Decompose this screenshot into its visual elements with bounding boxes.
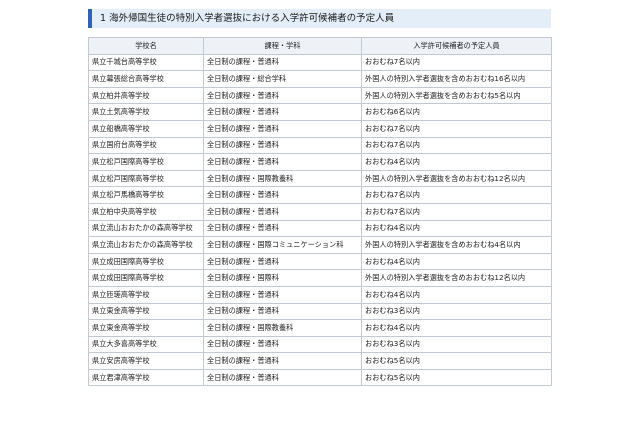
table-row: 県立国府台高等学校 全日制の課程・普通科 おおむね7名以内 xyxy=(88,136,552,155)
table-row: 県立土気高等学校 全日制の課程・普通科 おおむね6名以内 xyxy=(88,103,552,121)
course-cell: 全日制の課程・普通科 xyxy=(203,119,362,138)
course-cell: 全日制の課程・普通科 xyxy=(203,103,362,121)
course-cell: 全日制の課程・普通科 xyxy=(203,252,362,271)
course-cell: 全日制の課程・普通科 xyxy=(203,368,362,387)
quota-cell: おおむね3名以内 xyxy=(361,302,552,321)
quota-cell: おおむね7名以内 xyxy=(361,53,552,72)
quota-cell: おおむね5名以内 xyxy=(361,368,552,387)
table-body: 県立千城台高等学校 全日制の課程・普通科 おおむね7名以内 県立幕張総合高等学校 全日制… xyxy=(88,53,552,387)
quota-cell: おおむね4名以内 xyxy=(361,319,552,337)
course-cell: 全日制の課程・普通科 xyxy=(203,352,362,370)
school-name-cell: 県立成田国際高等学校 xyxy=(88,269,204,287)
school-name-cell: 県立松戸国際高等学校 xyxy=(88,169,204,188)
school-name-cell: 県立国府台高等学校 xyxy=(88,136,204,155)
table-row: 県立大多喜高等学校 全日制の課程・普通科 おおむね3名以内 xyxy=(88,335,552,354)
quota-cell: おおむね6名以内 xyxy=(361,103,552,121)
school-name-cell: 県立君津高等学校 xyxy=(88,368,204,387)
school-name-cell: 県立成田国際高等学校 xyxy=(88,252,204,271)
table-row: 県立松戸国際高等学校 全日制の課程・普通科 おおむね4名以内 xyxy=(88,153,552,171)
quota-cell: おおむね7名以内 xyxy=(361,119,552,138)
school-name-cell: 県立幕張総合高等学校 xyxy=(88,70,204,88)
school-name-cell: 県立柏中央高等学校 xyxy=(88,202,204,221)
table-row: 県立幕張総合高等学校 全日制の課程・総合学科 外国人の特別入学者選抜を含めおおむね1… xyxy=(88,70,552,88)
school-name-cell: 県立東金高等学校 xyxy=(88,319,204,337)
table-row: 県立東金高等学校 全日制の課程・普通科 おおむね3名以内 xyxy=(88,302,552,321)
quota-cell: おおむね7名以内 xyxy=(361,136,552,155)
course-cell: 全日制の課程・国際教養科 xyxy=(203,319,362,337)
quota-cell: 外国人の特別入学者選抜を含めおおむね16名以内 xyxy=(361,70,552,88)
table-row: 県立安房高等学校 全日制の課程・普通科 おおむね5名以内 xyxy=(88,352,552,370)
table-row: 県立流山おおたかの森高等学校 全日制の課程・普通科 おおむね4名以内 xyxy=(88,219,552,238)
table-header-row: 学校名 課程・学科 入学許可候補者の予定人員 xyxy=(88,37,552,55)
table-row: 県立船橋高等学校 全日制の課程・普通科 おおむね7名以内 xyxy=(88,119,552,138)
school-name-cell: 県立匝瑳高等学校 xyxy=(88,285,204,304)
table-row: 県立成田国際高等学校 全日制の課程・普通科 おおむね4名以内 xyxy=(88,252,552,271)
school-name-cell: 県立松戸馬橋高等学校 xyxy=(88,186,204,204)
school-name-cell: 県立安房高等学校 xyxy=(88,352,204,370)
quota-cell: 外国人の特別入学者選抜を含めおおむね5名以内 xyxy=(361,86,552,105)
course-cell: 全日制の課程・普通科 xyxy=(203,285,362,304)
course-cell: 全日制の課程・総合学科 xyxy=(203,70,362,88)
course-cell: 全日制の課程・普通科 xyxy=(203,53,362,72)
quota-cell: おおむね7名以内 xyxy=(361,202,552,221)
course-cell: 全日制の課程・国際教養科 xyxy=(203,169,362,188)
school-name-cell: 県立大多喜高等学校 xyxy=(88,335,204,354)
quota-cell: 外国人の特別入学者選抜を含めおおむね12名以内 xyxy=(361,269,552,287)
course-cell: 全日制の課程・普通科 xyxy=(203,86,362,105)
section-heading: 1 海外帰国生徒の特別入学者選抜における入学許可候補者の予定人員 xyxy=(88,9,551,28)
table-row: 県立松戸馬橋高等学校 全日制の課程・普通科 おおむね7名以内 xyxy=(88,186,552,204)
column-header-course: 課程・学科 xyxy=(203,37,362,55)
table-row: 県立千城台高等学校 全日制の課程・普通科 おおむね7名以内 xyxy=(88,53,552,72)
quota-cell: 外国人の特別入学者選抜を含めおおむね12名以内 xyxy=(361,169,552,188)
quota-cell: おおむね5名以内 xyxy=(361,352,552,370)
candidates-table: 学校名 課程・学科 入学許可候補者の予定人員 県立千城台高等学校 全日制の課程・普… xyxy=(88,37,552,387)
table-row: 県立君津高等学校 全日制の課程・普通科 おおむね5名以内 xyxy=(88,368,552,387)
quota-cell: おおむね4名以内 xyxy=(361,153,552,171)
school-name-cell: 県立船橋高等学校 xyxy=(88,119,204,138)
table-row: 県立匝瑳高等学校 全日制の課程・普通科 おおむね4名以内 xyxy=(88,285,552,304)
table-row: 県立流山おおたかの森高等学校 全日制の課程・国際コミュニケーション科 外国人の特別入… xyxy=(88,236,552,254)
school-name-cell: 県立千城台高等学校 xyxy=(88,53,204,72)
column-header-quota: 入学許可候補者の予定人員 xyxy=(361,37,552,55)
quota-cell: 外国人の特別入学者選抜を含めおおむね4名以内 xyxy=(361,236,552,254)
table-row: 県立松戸国際高等学校 全日制の課程・国際教養科 外国人の特別入学者選抜を含めおおむね… xyxy=(88,169,552,188)
table-row: 県立東金高等学校 全日制の課程・国際教養科 おおむね4名以内 xyxy=(88,319,552,337)
course-cell: 全日制の課程・普通科 xyxy=(203,186,362,204)
school-name-cell: 県立松戸国際高等学校 xyxy=(88,153,204,171)
school-name-cell: 県立柏井高等学校 xyxy=(88,86,204,105)
course-cell: 全日制の課程・国際科 xyxy=(203,269,362,287)
school-name-cell: 県立土気高等学校 xyxy=(88,103,204,121)
quota-cell: おおむね7名以内 xyxy=(361,186,552,204)
quota-cell: おおむね4名以内 xyxy=(361,285,552,304)
table-row: 県立成田国際高等学校 全日制の課程・国際科 外国人の特別入学者選抜を含めおおむね12… xyxy=(88,269,552,287)
school-name-cell: 県立東金高等学校 xyxy=(88,302,204,321)
quota-cell: おおむね4名以内 xyxy=(361,252,552,271)
school-name-cell: 県立流山おおたかの森高等学校 xyxy=(88,236,204,254)
quota-cell: おおむね4名以内 xyxy=(361,219,552,238)
course-cell: 全日制の課程・普通科 xyxy=(203,153,362,171)
table-row: 県立柏井高等学校 全日制の課程・普通科 外国人の特別入学者選抜を含めおおむね5名以内 xyxy=(88,86,552,105)
course-cell: 全日制の課程・普通科 xyxy=(203,136,362,155)
course-cell: 全日制の課程・普通科 xyxy=(203,202,362,221)
course-cell: 全日制の課程・国際コミュニケーション科 xyxy=(203,236,362,254)
course-cell: 全日制の課程・普通科 xyxy=(203,335,362,354)
course-cell: 全日制の課程・普通科 xyxy=(203,219,362,238)
quota-cell: おおむね3名以内 xyxy=(361,335,552,354)
table-row: 県立柏中央高等学校 全日制の課程・普通科 おおむね7名以内 xyxy=(88,202,552,221)
column-header-school: 学校名 xyxy=(88,37,204,55)
course-cell: 全日制の課程・普通科 xyxy=(203,302,362,321)
school-name-cell: 県立流山おおたかの森高等学校 xyxy=(88,219,204,238)
